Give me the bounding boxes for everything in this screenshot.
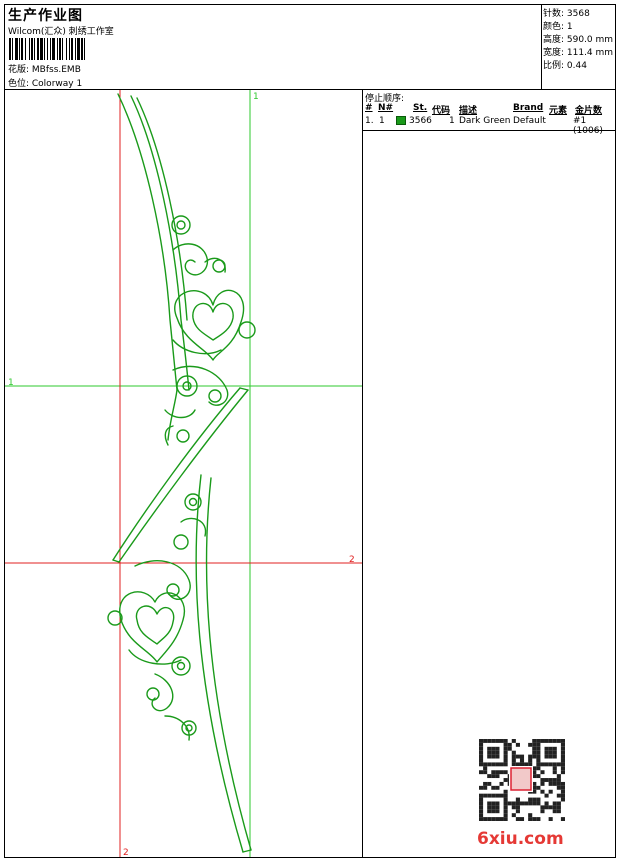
col-element: 元素 (549, 106, 568, 116)
stat-colors: 颜色: 1 (543, 22, 573, 32)
row-needle: 1 (379, 116, 385, 126)
design-file: 花版: MBfss.EMB (8, 65, 81, 75)
scroll-10 (164, 409, 196, 419)
scroll-14 (180, 517, 207, 537)
scroll-20b (176, 661, 186, 671)
heart-top-inner (192, 302, 234, 341)
guide-label-left: 1 (8, 378, 14, 388)
heart-bottom-inner (135, 605, 175, 645)
stat-scale: 比例: 0.44 (543, 61, 587, 71)
upper-band-inner2 (136, 97, 188, 321)
stop-sequence-header: # N# St. 代码 描述 Brand 元素 金片数 (363, 103, 615, 116)
col-code: 代码 (432, 106, 451, 116)
header-info: 生产作业图 Wilcom(汇众) 刺绣工作室 花版: MBfss.EMB 色位:… (5, 5, 541, 89)
table-divider (363, 130, 615, 131)
stats-panel: 针数: 3568 颜色: 1 高度: 590.0 mm 宽度: 111.4 mm… (541, 5, 616, 89)
col-description: 描述 (459, 106, 478, 116)
guide-label-top: 1 (253, 92, 259, 102)
lower-band-outer (112, 387, 241, 561)
stat-stitch-count: 针数: 3568 (543, 9, 590, 19)
row-brand: Default (513, 116, 546, 126)
scroll-15 (173, 534, 189, 550)
stat-height: 高度: 590.0 mm (543, 35, 614, 45)
embroidery-design (107, 93, 256, 853)
col-needle: N# (378, 103, 394, 113)
qr-code-icon (479, 739, 565, 821)
watermark-logo: 6xiu.com (477, 829, 564, 849)
barcode-icon (9, 38, 85, 60)
color-swatch (396, 116, 406, 125)
col-brand: Brand (513, 103, 544, 113)
row-description: Dark Green (459, 116, 511, 126)
table-row: 1. 1 3566 1 Dark Green Default #1 (1006) (363, 116, 615, 136)
page-title: 生产作业图 (8, 8, 83, 24)
embroidery-preview: 1 1 2 2 (5, 90, 362, 858)
scroll-4 (212, 259, 226, 273)
lower-band-seam (239, 387, 249, 391)
row-num: 1. (365, 116, 374, 126)
guide-label-right: 2 (349, 555, 355, 565)
row-stitches: 3566 (409, 116, 432, 126)
scroll-6 (172, 339, 222, 355)
scroll-21 (151, 673, 174, 712)
col-num: # (365, 103, 373, 113)
scroll-13b (188, 497, 198, 507)
upper-band-bottom (167, 389, 178, 441)
lower-band-seam2 (112, 559, 120, 563)
colorway: 色位: Colorway 1 (8, 79, 83, 89)
col-stitches: St. (413, 103, 428, 113)
tail-band-inner (205, 477, 252, 851)
design-canvas: 1 1 2 2 (5, 90, 363, 858)
scroll-5 (238, 321, 256, 339)
production-sheet: 生产作业图 Wilcom(汇众) 刺绣工作室 花版: MBfss.EMB 色位:… (4, 4, 616, 858)
col-sequins: 金片数 (575, 106, 603, 116)
scroll-22 (146, 687, 160, 701)
row-code: 1 (449, 116, 455, 126)
stat-width: 宽度: 111.4 mm (543, 48, 614, 58)
scroll-9 (208, 389, 222, 403)
company-name: Wilcom(汇众) 刺绣工作室 (8, 27, 114, 37)
guide-label-bottom: 2 (123, 848, 129, 857)
scroll-1b (176, 220, 186, 230)
scroll-11 (176, 429, 190, 443)
row-element: #1 (1006) (573, 116, 603, 136)
